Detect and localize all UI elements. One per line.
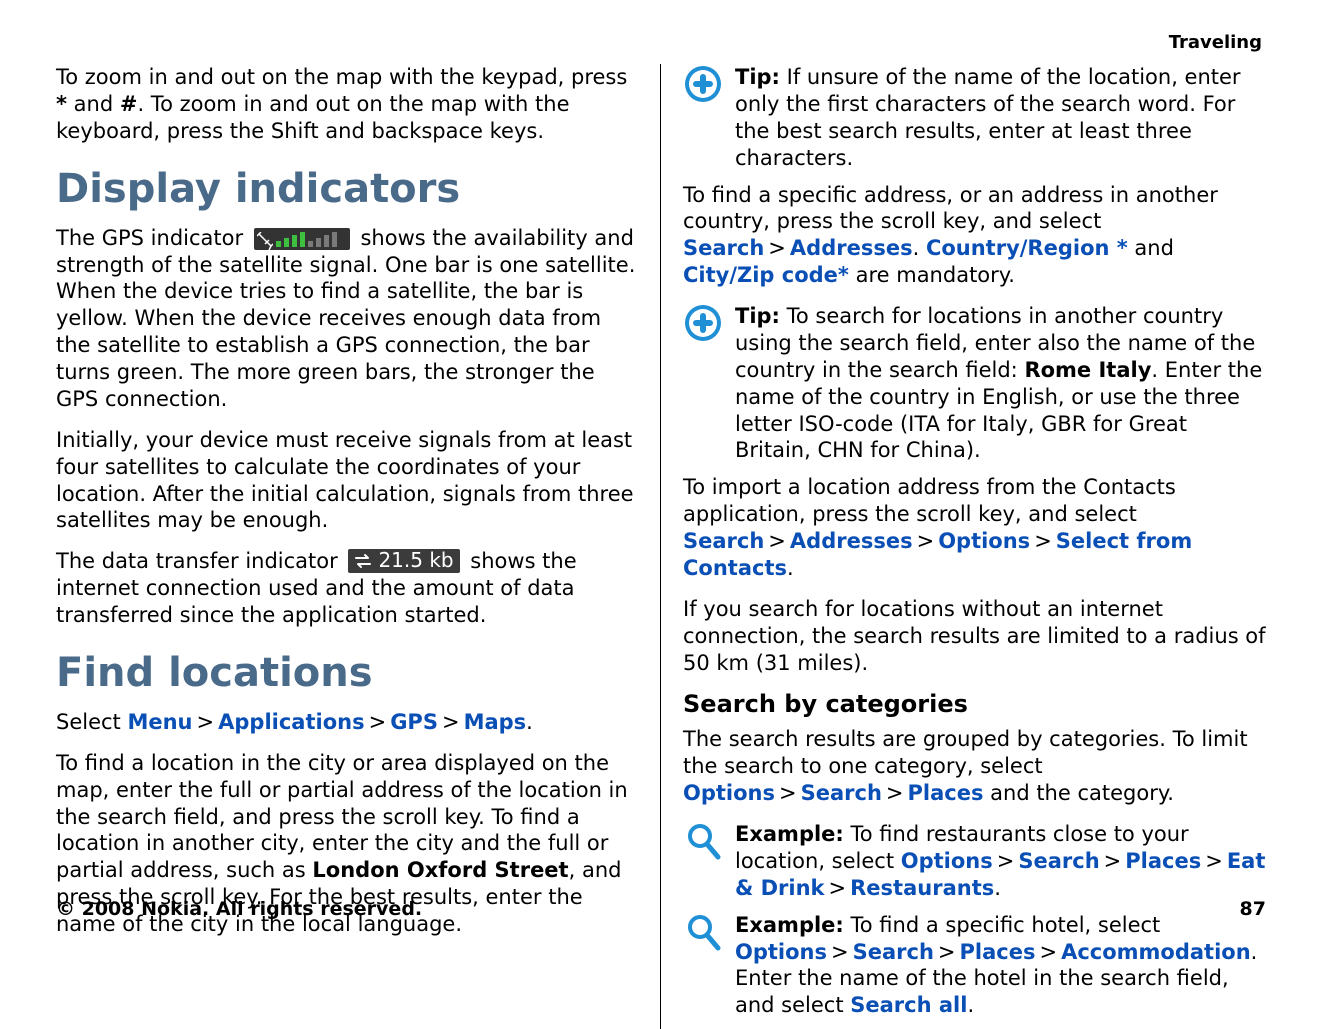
left-column: To zoom in and out on the map with the k… [56,64,661,1029]
chevron-right-icon: > [827,940,853,964]
text: The search results are grouped by catego… [683,727,1248,778]
link-country-region[interactable]: Country/Region * [926,236,1128,260]
link-places[interactable]: Places [1125,849,1201,873]
text: are mandatory. [849,263,1015,287]
text: To import a location address from the Co… [683,475,1176,526]
nav-path-maps: Select Menu>Applications>GPS>Maps. [56,709,638,736]
example-london: London Oxford Street [312,858,568,882]
tip-plus-icon [683,303,723,343]
text: and the category. [983,781,1174,805]
link-menu[interactable]: Menu [127,710,192,734]
link-maps[interactable]: Maps [464,710,527,734]
link-search[interactable]: Search [853,940,934,964]
link-options[interactable]: Options [683,781,775,805]
page-footer: © 2008 Nokia. All rights reserved. 87 [56,898,1266,920]
tip-text: Tip: To search for locations in another … [735,303,1266,464]
link-applications[interactable]: Applications [218,710,364,734]
text: . [967,993,974,1017]
chevron-right-icon: > [934,940,960,964]
text: and [1128,236,1174,260]
text: The data transfer indicator [56,549,344,573]
example-text: Example: To find a specific hotel, selec… [735,912,1266,1020]
tip-label: Tip: [735,304,780,328]
transfer-arrows-icon [354,552,372,570]
link-city-zip[interactable]: City/Zip code* [683,263,849,287]
example-label: Example: [735,822,844,846]
example-callout-1: Example: To find restaurants close to yo… [683,821,1266,902]
gps-signal-indicator-icon [254,228,350,250]
link-options[interactable]: Options [901,849,993,873]
heading-find-locations: Find locations [56,651,638,695]
paragraph-import-contacts: To import a location address from the Co… [683,474,1266,582]
link-places[interactable]: Places [960,940,1036,964]
chevron-right-icon: > [1201,849,1227,873]
link-restaurants[interactable]: Restaurants [850,876,994,900]
tip-callout-1: Tip: If unsure of the name of the locati… [683,64,1266,172]
chevron-right-icon: > [993,849,1019,873]
chevron-right-icon: > [775,781,801,805]
paragraph-categories: The search results are grouped by catego… [683,726,1266,807]
link-search[interactable]: Search [683,529,764,553]
text: To find a specific address, or an addres… [683,183,1218,234]
link-search-all[interactable]: Search all [850,993,967,1017]
chevron-right-icon: > [1035,940,1061,964]
satellite-icon [257,230,273,248]
key-star: * [56,92,67,116]
copyright-text: © 2008 Nokia. All rights reserved. [56,898,422,920]
chevron-right-icon: > [913,529,939,553]
chevron-right-icon: > [1030,529,1056,553]
right-column: Tip: If unsure of the name of the locati… [661,64,1266,1029]
tip-label: Tip: [735,65,780,89]
section-header: Traveling [1169,32,1262,53]
tip-callout-2: Tip: To search for locations in another … [683,303,1266,464]
link-options[interactable]: Options [938,529,1030,553]
page-number: 87 [1240,898,1266,920]
paragraph-find-address: To find a specific address, or an addres… [683,182,1266,290]
chevron-right-icon: > [365,710,391,734]
text: . [913,236,926,260]
text: and [67,92,120,116]
example-rome-italy: Rome Italy [1024,358,1151,382]
tip-plus-icon [683,64,723,104]
link-options[interactable]: Options [735,940,827,964]
text: . [994,876,1001,900]
text: The GPS indicator [56,226,250,250]
link-places[interactable]: Places [908,781,984,805]
text: shows the availability and strength of t… [56,226,635,411]
key-hash: # [120,92,138,116]
paragraph-zoom: To zoom in and out on the map with the k… [56,64,638,145]
tip-text: Tip: If unsure of the name of the locati… [735,64,1266,172]
text: . [787,556,794,580]
data-transfer-value: 21.5 kb [378,548,453,574]
chevron-right-icon: > [825,876,851,900]
chevron-right-icon: > [764,236,790,260]
chevron-right-icon: > [193,710,219,734]
example-text: Example: To find restaurants close to yo… [735,821,1266,902]
data-transfer-indicator-icon: 21.5 kb [348,549,459,573]
magnifier-icon [683,821,723,861]
link-accommodation[interactable]: Accommodation [1061,940,1251,964]
chevron-right-icon: > [764,529,790,553]
link-gps[interactable]: GPS [390,710,438,734]
heading-display-indicators: Display indicators [56,167,638,211]
chevron-right-icon: > [438,710,464,734]
heading-search-by-categories: Search by categories [683,690,1266,718]
link-search[interactable]: Search [1018,849,1099,873]
paragraph-gps-indicator: The GPS indicator shows the availability… [56,225,638,413]
text: If unsure of the name of the location, e… [735,65,1241,170]
example-callout-2: Example: To find a specific hotel, selec… [683,912,1266,1020]
link-addresses[interactable]: Addresses [790,529,913,553]
link-search[interactable]: Search [683,236,764,260]
link-addresses[interactable]: Addresses [790,236,913,260]
signal-bars-icon [276,231,337,247]
chevron-right-icon: > [882,781,908,805]
chevron-right-icon: > [1100,849,1126,873]
text: Select [56,710,127,734]
paragraph-gps-initial: Initially, your device must receive sign… [56,427,638,535]
text: To zoom in and out on the map with the k… [56,65,627,89]
paragraph-offline-limit: If you search for locations without an i… [683,596,1266,677]
link-search[interactable]: Search [801,781,882,805]
text: . [526,710,533,734]
paragraph-data-transfer: The data transfer indicator 21.5 kb show… [56,548,638,629]
